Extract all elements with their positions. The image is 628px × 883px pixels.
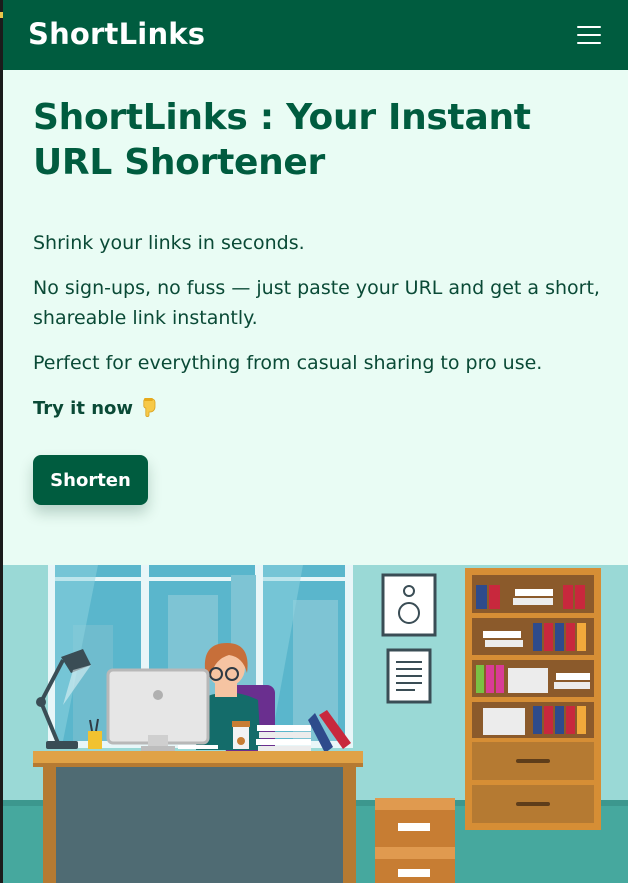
shorten-button[interactable]: Shorten	[33, 455, 148, 505]
office-worker-illustration	[3, 565, 628, 883]
page: ShortLinks ShortLinks : Your Instant URL…	[3, 0, 628, 883]
navbar: ShortLinks	[3, 0, 628, 70]
pointing-down-hand-icon	[139, 397, 159, 417]
hero-paragraph-1: Shrink your links in seconds.	[33, 232, 305, 254]
brand-logo[interactable]: ShortLinks	[28, 17, 205, 51]
hero-title: ShortLinks : Your Instant URL Shortener	[33, 97, 531, 183]
hero-paragraph-3: Perfect for everything from casual shari…	[33, 352, 543, 374]
cta-text: Try it now	[33, 398, 134, 419]
hamburger-menu-icon[interactable]	[577, 24, 601, 44]
hero-paragraph-2: No sign-ups, no fuss — just paste your U…	[33, 277, 600, 329]
cta-line: Try it now	[33, 394, 159, 423]
